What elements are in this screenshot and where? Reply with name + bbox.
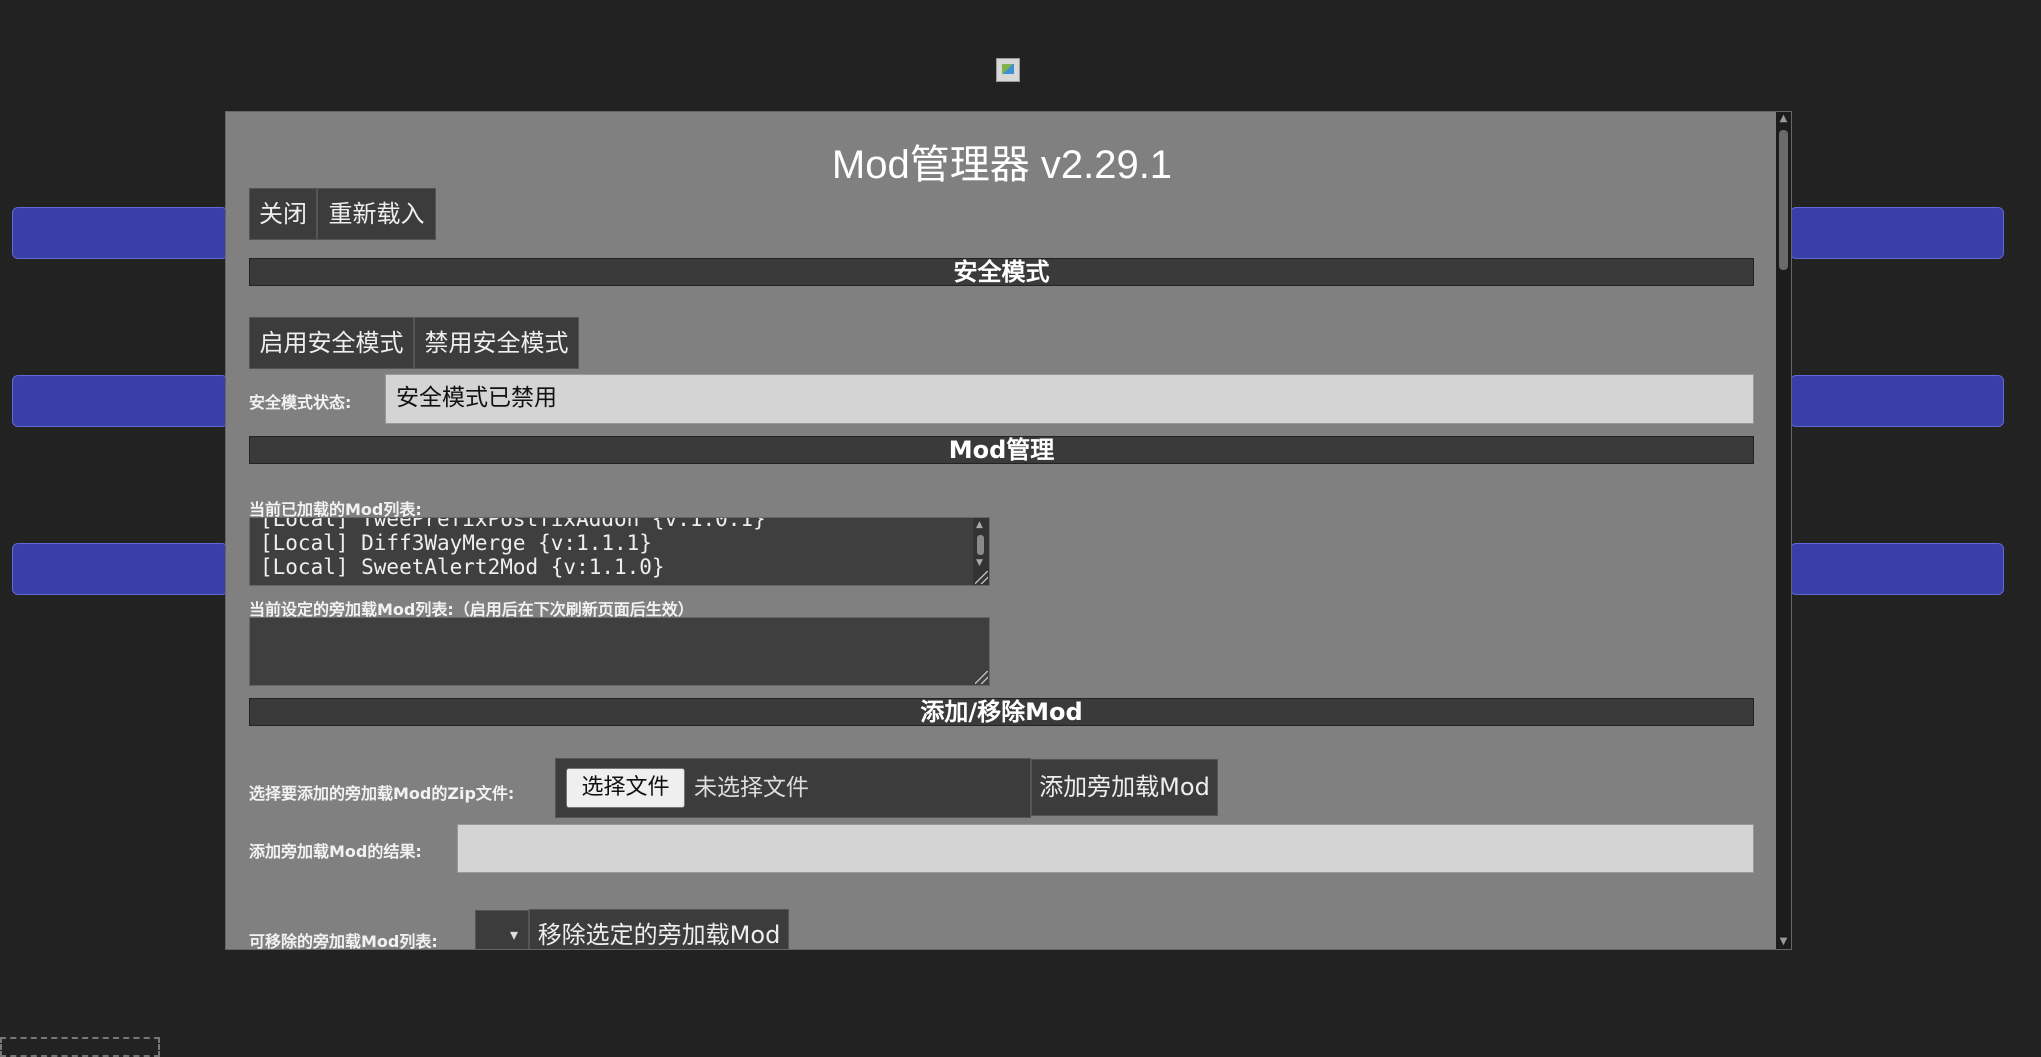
chevron-down-icon: ▾ — [509, 925, 518, 944]
textarea-scroll-thumb[interactable] — [977, 535, 984, 555]
disable-safe-mode-button[interactable]: 禁用安全模式 — [414, 317, 579, 369]
zip-file-input[interactable]: 选择文件 未选择文件 — [555, 758, 1031, 818]
close-button[interactable]: 关闭 — [249, 188, 317, 240]
resize-grip-icon[interactable] — [975, 571, 988, 584]
loaded-mod-line: [Local] TweePrefixPostfixAddon {v:1.0.1} — [260, 517, 766, 531]
enable-safe-mode-button[interactable]: 启用安全模式 — [249, 317, 414, 369]
dashed-placeholder — [0, 1037, 160, 1057]
safe-mode-status-field: 安全模式已禁用 — [385, 374, 1754, 424]
loaded-mod-line: [Local] Diff3WayMerge {v:1.1.1} — [260, 531, 652, 555]
removable-mods-select[interactable]: ▾ — [475, 910, 529, 949]
removable-mods-label: 可移除的旁加载Mod列表: — [249, 932, 438, 950]
background-bar-right-3[interactable] — [1790, 543, 2004, 595]
add-sideload-mod-button[interactable]: 添加旁加载Mod — [1031, 759, 1218, 816]
textarea-scroll-down-icon[interactable]: ▼ — [976, 558, 983, 568]
loaded-mods-lines: [Local] TweePrefixPostfixAddon {v:1.0.1}… — [260, 517, 766, 579]
zip-file-label: 选择要添加的旁加载Mod的Zip文件: — [249, 784, 515, 803]
page-title: Mod管理器 v2.29.1 — [831, 143, 1173, 187]
loaded-mods-textarea[interactable]: [Local] TweePrefixPostfixAddon {v:1.0.1}… — [249, 517, 990, 586]
mod-manager-panel: ▲ ▼ Mod管理器 v2.29.1 关闭 重新载入 安全模式 启用安全模式 禁… — [225, 111, 1792, 950]
background-bar-right-1[interactable] — [1790, 207, 2004, 259]
section-header-mod-management: Mod管理 — [249, 436, 1754, 464]
panel-scrollbar[interactable]: ▲ ▼ — [1776, 112, 1791, 949]
no-file-chosen-text: 未选择文件 — [694, 775, 809, 801]
background-bar-left-3[interactable] — [12, 543, 228, 595]
textarea-scroll-up-icon[interactable]: ▲ — [976, 520, 983, 530]
loaded-mod-line: [Local] SweetAlert2Mod {v:1.1.0} — [260, 555, 665, 579]
scroll-thumb[interactable] — [1779, 130, 1788, 270]
reload-button[interactable]: 重新载入 — [317, 188, 436, 240]
remove-sideload-mod-button[interactable]: 移除选定的旁加载Mod — [529, 909, 789, 949]
choose-file-button[interactable]: 选择文件 — [566, 768, 685, 808]
section-header-safe-mode: 安全模式 — [249, 258, 1754, 286]
add-result-field — [457, 824, 1754, 873]
scroll-down-icon[interactable]: ▼ — [1776, 935, 1791, 949]
broken-image-icon — [996, 58, 1020, 82]
safe-mode-status-label: 安全模式状态: — [249, 393, 352, 412]
background-bar-left-2[interactable] — [12, 375, 228, 427]
background-bar-left-1[interactable] — [12, 207, 228, 259]
add-result-label: 添加旁加载Mod的结果: — [249, 842, 422, 861]
scroll-up-icon[interactable]: ▲ — [1776, 112, 1791, 126]
sideload-mods-textarea[interactable] — [249, 617, 990, 686]
section-header-add-remove: 添加/移除Mod — [249, 698, 1754, 726]
resize-grip-icon[interactable] — [975, 671, 988, 684]
background-bar-right-2[interactable] — [1790, 375, 2004, 427]
